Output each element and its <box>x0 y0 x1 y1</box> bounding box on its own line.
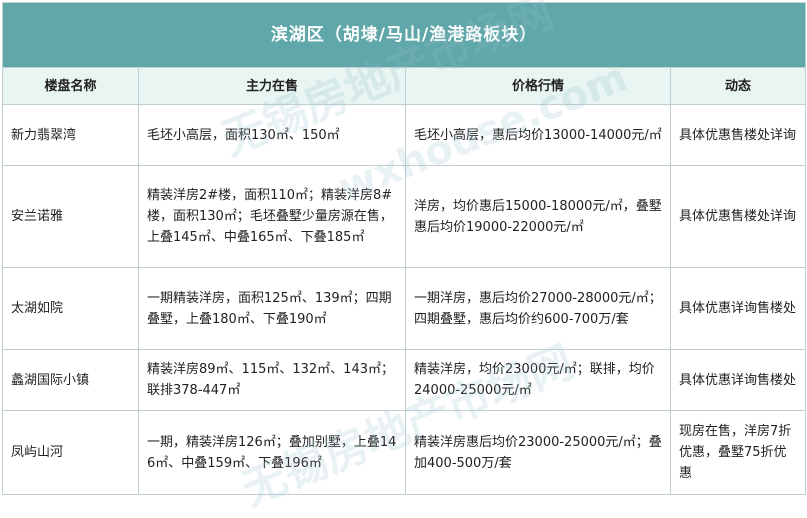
project-name: 新力翡翠湾 <box>2 104 139 166</box>
project-name: 蠡湖国际小镇 <box>2 349 139 411</box>
table-row: 凤屿山河 一期，精装洋房126㎡；叠加别墅，上叠146㎡、中叠159㎡、下叠19… <box>2 410 807 495</box>
column-header-main: 主力在售 <box>138 67 406 105</box>
table-row: 安兰诺雅 精装洋房2#楼，面积110㎡；精装洋房8#楼，面积130㎡；毛坯叠墅少… <box>2 165 807 268</box>
main-products: 一期，精装洋房126㎡；叠加别墅，上叠146㎡、中叠159㎡、下叠196㎡ <box>138 410 406 495</box>
status-info: 现房在售，洋房7折优惠，叠墅75折优惠 <box>669 410 807 495</box>
price-info: 毛坯小高层，惠后均价13000-14000元/㎡ <box>405 104 671 166</box>
project-name: 凤屿山河 <box>2 410 139 495</box>
project-name: 安兰诺雅 <box>2 165 139 268</box>
main-products: 精装洋房89㎡、115㎡、132㎡、143㎡；联排378-447㎡ <box>138 349 406 411</box>
project-name: 太湖如院 <box>2 267 139 350</box>
price-info: 精装洋房，均价23000元/㎡；联排，均价24000-25000元/㎡ <box>405 349 671 411</box>
status-info: 具体优惠售楼处详询 <box>669 165 807 268</box>
table-title: 滨湖区（胡埭/马山/渔港路板块） <box>1 2 807 68</box>
table-title-row: 滨湖区（胡埭/马山/渔港路板块） <box>1 2 807 68</box>
column-header-price: 价格行情 <box>405 67 671 105</box>
price-info: 洋房，均价惠后15000-18000元/㎡，叠墅惠后均价19000-22000元… <box>405 165 671 268</box>
price-info: 一期洋房，惠后均价27000-28000元/㎡；四期叠墅，惠后均价约600-70… <box>405 267 671 350</box>
main-products: 毛坯小高层，面积130㎡、150㎡ <box>138 104 406 166</box>
main-products: 精装洋房2#楼，面积110㎡；精装洋房8#楼，面积130㎡；毛坯叠墅少量房源在售… <box>138 165 406 268</box>
status-info: 具体优惠售楼处详询 <box>669 104 807 166</box>
table-row: 新力翡翠湾 毛坯小高层，面积130㎡、150㎡ 毛坯小高层，惠后均价13000-… <box>2 104 807 166</box>
status-info: 具体优惠详询售楼处 <box>669 267 807 350</box>
table-row: 太湖如院 一期精装洋房，面积125㎡、139㎡；四期叠墅，上叠180㎡、下叠19… <box>2 267 807 350</box>
main-products: 一期精装洋房，面积125㎡、139㎡；四期叠墅，上叠180㎡、下叠190㎡ <box>138 267 406 350</box>
listing-table: 滨湖区（胡埭/马山/渔港路板块） 楼盘名称 主力在售 价格行情 动态 新力翡翠湾… <box>1 2 807 495</box>
table-row: 蠡湖国际小镇 精装洋房89㎡、115㎡、132㎡、143㎡；联排378-447㎡… <box>2 349 807 411</box>
column-header-name: 楼盘名称 <box>2 67 139 105</box>
listing-table-container: 滨湖区（胡埭/马山/渔港路板块） 楼盘名称 主力在售 价格行情 动态 新力翡翠湾… <box>1 2 807 496</box>
status-info: 具体优惠详询售楼处 <box>669 349 807 411</box>
table-header-row: 楼盘名称 主力在售 价格行情 动态 <box>2 67 807 105</box>
price-info: 精装洋房惠后均价23000-25000元/㎡；叠加400-500万/套 <box>405 410 671 495</box>
column-header-status: 动态 <box>669 67 807 105</box>
